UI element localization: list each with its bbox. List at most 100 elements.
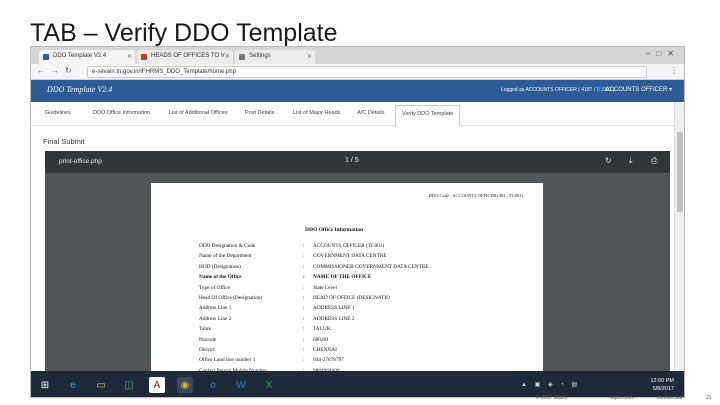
url-input[interactable]: e-sevain.tn.gov.in/IFHRMS_DDO_Template/h… — [87, 66, 647, 78]
footer-page-number: 21 — [706, 395, 712, 401]
info-label: DDO Designation & Code — [199, 243, 256, 249]
acrobat-icon[interactable]: A — [149, 377, 165, 393]
footer-copyright: © 2017 Wipro — [536, 395, 567, 401]
gear-icon — [239, 54, 245, 60]
info-separator: : — [303, 284, 305, 291]
tab-label: Settings — [249, 53, 271, 59]
browser-tab-strip: DDO Template V2.4 ✕ HEADS OF OFFICES TO … — [31, 47, 684, 64]
word-icon[interactable]: W — [233, 377, 249, 393]
slide-title: TAB – Verify DDO Template — [30, 19, 338, 47]
browser-tab-heads-of-offices[interactable]: HEADS OF OFFICES TO V ✕ — [137, 50, 233, 64]
page-scrollbar[interactable] — [674, 102, 684, 377]
tab-label: DDO Template V2.4 — [53, 53, 107, 59]
info-value: HEAD OF OFFICE (DESIGNATIO — [313, 295, 390, 301]
info-label: Office Land line number 1 — [199, 357, 256, 364]
app-header: DDO Template V2.4 Logged as ACCOUNTS OFF… — [31, 80, 684, 102]
section-heading: Final Submit — [43, 137, 85, 146]
info-separator: : — [303, 274, 305, 281]
info-separator: : — [303, 326, 305, 333]
windows-taskbar: ⊞ e ▭ ◫ A ◉ o W X ▲ ▣ ◈ ◔ ▤ 12:00 PM 5/8… — [31, 371, 684, 397]
pdf-toolbar: print-office.php 1 / 5 ↻ ⤓ ⎙ — [45, 151, 670, 173]
info-label: Head Of Office (Designation) — [199, 295, 263, 301]
user-menu[interactable]: 👤 ACCOUNTS OFFICER ▾ — [597, 86, 672, 93]
windows-start-icon[interactable]: ⊞ — [37, 377, 53, 393]
info-value: COMMISSIONER GOVERNMENT DATA CENTRE — [313, 263, 429, 270]
download-icon[interactable]: ⤓ — [629, 156, 633, 166]
info-label: Address Line 2 — [199, 315, 232, 322]
pdf-page: DDO Code : ACCOUNTS OFFICER (401 / TC001… — [151, 183, 543, 376]
tab-ac-details[interactable]: A/C Details — [357, 110, 385, 116]
info-value: State Level — [313, 284, 337, 291]
info-separator: : — [303, 315, 305, 322]
favicon-icon — [141, 54, 147, 60]
info-label: Name of the Department — [199, 253, 252, 260]
print-icon[interactable]: ⎙ — [651, 156, 657, 166]
window-controls[interactable]: –□✕ — [646, 49, 680, 58]
user-icon: 👤 — [596, 87, 605, 93]
info-value: NAME OF THE OFFICE — [313, 274, 372, 281]
main-content: Final Submit print-office.php 1 / 5 ↻ ⤓ … — [31, 126, 676, 376]
ddo-code-header: DDO Code : ACCOUNTS OFFICER (401 / TC001… — [428, 193, 523, 198]
tab-additional-offices[interactable]: List of Additional Offices — [169, 110, 228, 116]
outlook-icon[interactable]: o — [205, 377, 221, 393]
info-label: Taluk — [199, 326, 211, 333]
clock-date: 5/8/2017 — [652, 386, 674, 392]
info-value: ADDRESS LINE 2 — [313, 315, 355, 322]
info-separator: : — [303, 243, 305, 249]
info-value: TALUK — [313, 326, 331, 333]
excel-icon[interactable]: X — [261, 377, 277, 393]
taskbar-clock[interactable]: 12:00 PM 5/8/2017 — [650, 377, 674, 393]
info-separator: : — [303, 357, 305, 364]
tab-label: HEADS OF OFFICES TO V — [151, 53, 225, 59]
info-separator: : — [303, 263, 305, 270]
file-explorer-icon[interactable]: ▭ — [93, 377, 109, 393]
document-title: DDO Office Information — [305, 227, 364, 233]
info-value: 600201 — [313, 336, 329, 343]
info-label: Address Line 1 — [199, 305, 232, 312]
info-separator: : — [303, 336, 305, 343]
info-label: Name of the Office — [199, 274, 242, 281]
info-separator: : — [303, 305, 305, 312]
browser-tab-settings[interactable]: Settings ✕ — [235, 50, 315, 64]
info-value: 044-27878797 — [313, 357, 344, 364]
ie-icon[interactable]: e — [65, 377, 81, 393]
tab-major-heads[interactable]: List of Major Heads — [293, 110, 340, 116]
tab-guidelines[interactable]: Guidelines — [45, 110, 71, 116]
tab-ddo-office-information[interactable]: DDO Office Information — [93, 110, 150, 116]
app-title: DDO Template V2.4 — [47, 85, 113, 94]
footer-site: wipro.com — [610, 395, 633, 401]
info-label: Pincode — [199, 336, 217, 343]
info-value: CHENNAI — [313, 347, 337, 353]
user-menu-label: ACCOUNTS OFFICER — [605, 87, 668, 93]
clock-time: 12:00 PM — [650, 378, 674, 384]
close-tab-icon[interactable]: ✕ — [225, 53, 230, 60]
reload-icon[interactable]: ↻ — [65, 66, 72, 75]
close-tab-icon[interactable]: ✕ — [307, 53, 312, 60]
system-tray[interactable]: ▲ ▣ ◈ ◔ ▤ — [521, 381, 580, 388]
info-value: ACCOUNTS OFFICER (TC001) — [313, 243, 385, 249]
info-value: GOVERNMENT DATA CENTRE — [313, 253, 387, 260]
info-separator: : — [303, 253, 305, 260]
info-value: ADDRESS LINE 1 — [313, 305, 355, 312]
chrome-icon[interactable]: ◉ — [177, 377, 193, 393]
info-separator: : — [303, 347, 305, 353]
browser-tab-ddo-template[interactable]: DDO Template V2.4 ✕ — [39, 50, 135, 64]
info-label: HOD (Designation) — [199, 263, 241, 270]
tab-verify-ddo-template[interactable]: Verify DDO Template — [395, 105, 461, 126]
scroll-thumb[interactable] — [677, 132, 683, 212]
info-separator: : — [303, 295, 305, 301]
rotate-icon[interactable]: ↻ — [605, 156, 612, 165]
app-tab-nav: Guidelines DDO Office Information List o… — [31, 102, 676, 126]
footer-confidential: confidential — [657, 395, 683, 401]
browser-menu-icon[interactable]: ⋮ — [670, 66, 678, 75]
info-label: Type of Office — [199, 284, 231, 291]
tab-post-details[interactable]: Post Details — [245, 110, 274, 116]
back-icon[interactable]: ← — [37, 66, 45, 75]
store-icon[interactable]: ◫ — [121, 377, 137, 393]
favicon-icon — [43, 54, 49, 60]
close-tab-icon[interactable]: ✕ — [127, 53, 132, 60]
pdf-page-counter: 1 / 5 — [345, 157, 359, 164]
pdf-filename: print-office.php — [59, 158, 102, 165]
chevron-down-icon: ▾ — [668, 87, 672, 93]
forward-icon[interactable]: → — [51, 66, 59, 75]
